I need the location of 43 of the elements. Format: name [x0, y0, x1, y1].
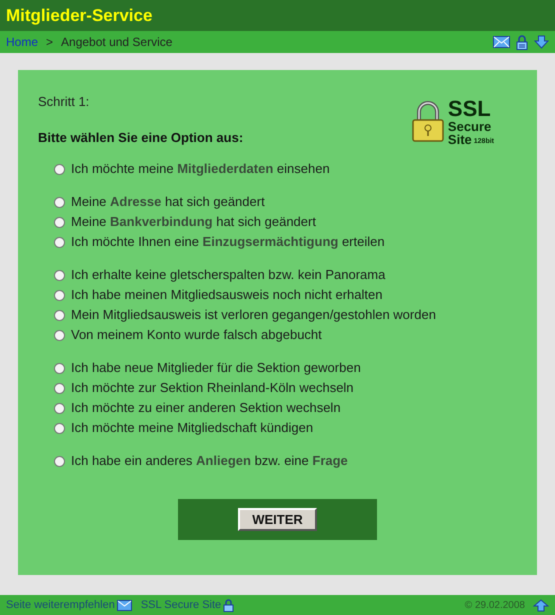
radio-button[interactable] — [54, 402, 65, 414]
radio-button[interactable] — [54, 456, 65, 466]
radio-button[interactable] — [54, 330, 65, 340]
site-text: Site — [448, 133, 472, 146]
secure-text: Secure — [448, 120, 492, 133]
radio-button[interactable] — [54, 310, 65, 320]
breadcrumb-text: Angebot und Service — [61, 34, 172, 51]
option-label[interactable]: Ich habe ein anderes Anliegen bzw. eine Frage — [71, 451, 348, 471]
arrow-up-icon[interactable] — [533, 598, 549, 612]
radio-button[interactable] — [54, 290, 65, 300]
radio-button[interactable] — [54, 216, 65, 228]
step-label: Schritt 1: — [38, 93, 90, 111]
option-label[interactable]: Ich möchte zu einer anderen Sektion wechseln — [71, 398, 341, 418]
padlock-icon — [410, 101, 446, 143]
arrow-down-icon[interactable] — [534, 35, 549, 49]
copyright-text: © 29.02.2008 — [464, 598, 525, 612]
radio-button[interactable] — [54, 362, 65, 374]
option-label[interactable]: Ich möchte Ihnen eine Einzugsermächtigung erteilen — [71, 232, 385, 252]
option-label[interactable]: Meine Bankverbindung hat sich geändert — [71, 212, 316, 232]
option-label[interactable]: Von meinem Konto wurde falsch abgebucht — [71, 325, 322, 345]
option-label[interactable]: Meine Adresse hat sich geändert — [71, 192, 265, 212]
option-label[interactable]: Ich habe neue Mitglieder für die Sektion geworben — [71, 358, 361, 378]
radio-button[interactable] — [54, 270, 65, 280]
radio-button[interactable] — [54, 422, 65, 434]
ssl-text: SSL — [448, 98, 492, 120]
lock-icon[interactable] — [223, 598, 234, 612]
option-label[interactable]: Ich möchte zur Sektion Rheinland-Köln wechseln — [71, 378, 354, 398]
page-title: Mitglieder-Service — [6, 4, 152, 27]
radio-button[interactable] — [54, 196, 65, 208]
mail-icon[interactable] — [116, 600, 132, 610]
form-prompt: Bitte wählen Sie eine Option aus: — [38, 128, 244, 147]
option-label[interactable]: Ich habe meinen Mitgliedsausweis noch nicht erhalten — [71, 285, 382, 305]
breadcrumb-text: > — [46, 34, 54, 51]
option-label[interactable]: Ich möchte meine Mitgliederdaten einsehen — [71, 159, 330, 179]
weiter-button[interactable]: WEITER — [238, 508, 317, 531]
radio-button[interactable] — [54, 236, 65, 248]
option-label[interactable]: Mein Mitgliedsausweis ist verloren gegangen/gestohlen worden — [71, 305, 436, 325]
option-label[interactable]: Ich möchte meine Mitgliedschaft kündigen — [71, 418, 314, 438]
radio-button[interactable] — [54, 382, 65, 394]
radio-button[interactable] — [54, 164, 65, 174]
option-label[interactable]: Ich erhalte keine gletscherspalten bzw. kein Panorama — [71, 265, 386, 285]
lock-icon[interactable] — [516, 34, 528, 50]
mail-icon[interactable] — [493, 36, 510, 48]
